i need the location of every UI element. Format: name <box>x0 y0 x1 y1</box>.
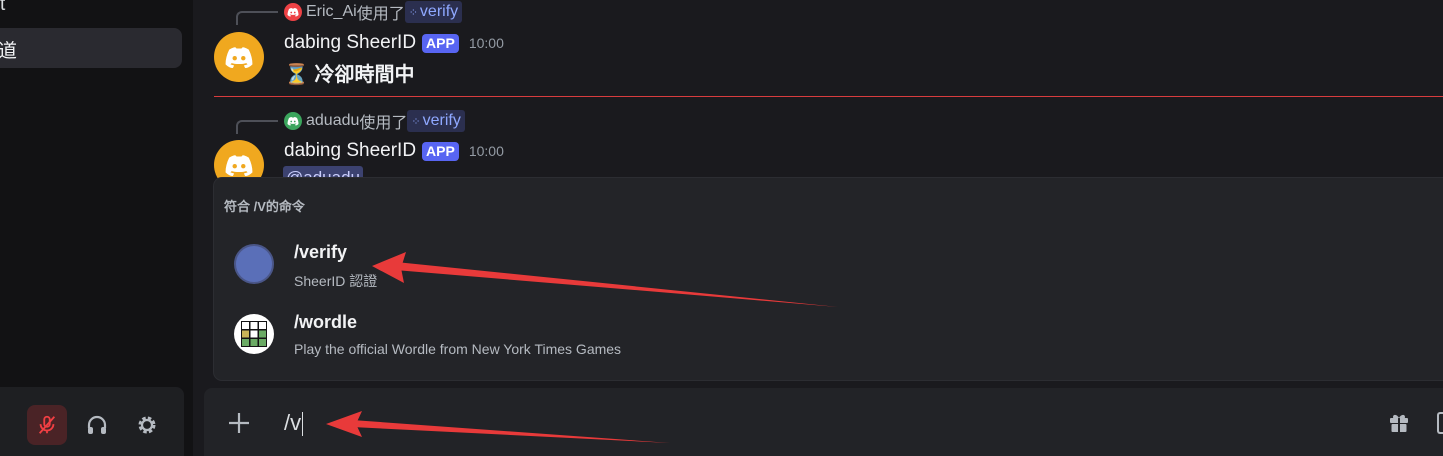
add-attachment-button[interactable] <box>224 408 254 438</box>
plus-icon <box>229 413 249 433</box>
hourglass-icon: ⏳ <box>284 64 309 86</box>
new-messages-divider <box>214 96 1443 97</box>
message-header: dabing SheerID APP 10:00 <box>284 32 504 54</box>
reply-reference[interactable]: Eric_Ai 使用了 ⁘ verify <box>284 1 463 23</box>
message-timestamp[interactable]: 10:00 <box>469 35 504 51</box>
sidebar-truncated-label[interactable]: t <box>0 0 5 16</box>
autocomplete-title: 符合 /V的命令 <box>224 199 305 214</box>
message-input[interactable]: /v <box>284 410 304 437</box>
bot-avatar[interactable] <box>214 32 264 82</box>
gift-button[interactable] <box>1387 410 1411 439</box>
gift-icon <box>1390 414 1408 432</box>
message-input-value: /v <box>284 410 302 435</box>
autocomplete-item-wordle[interactable]: /wordle Play the official Wordle from Ne… <box>214 300 1443 368</box>
headphones-icon <box>87 415 107 434</box>
gear-icon <box>138 416 156 434</box>
app-command-icon: ⁘ <box>408 6 418 19</box>
command-name: /wordle <box>294 312 358 332</box>
message-composer[interactable]: /v <box>204 388 1443 456</box>
reply-avatar <box>284 3 302 21</box>
verify-app-icon <box>234 244 274 284</box>
deafen-button[interactable] <box>77 405 117 445</box>
reply-used-text: 使用了 <box>359 115 408 132</box>
sidebar-item-label: 道 <box>0 41 18 62</box>
reply-username[interactable]: aduadu <box>306 112 359 130</box>
user-settings-button[interactable] <box>127 405 167 445</box>
app-launcher-button-partial[interactable] <box>1437 412 1443 434</box>
channel-sidebar: t 道 <box>0 0 193 456</box>
mute-microphone-button[interactable] <box>27 405 67 445</box>
sidebar-item-selected-channel[interactable]: 道 <box>0 28 182 68</box>
command-chip[interactable]: ⁘ verify <box>407 110 465 132</box>
command-chip-label: verify <box>422 112 461 129</box>
reply-connector <box>236 120 278 134</box>
reply-avatar <box>284 112 302 130</box>
command-chip-label: verify <box>419 3 459 20</box>
discord-logo-icon <box>225 155 253 176</box>
discord-logo-icon <box>225 47 253 68</box>
app-command-icon: ⁘ <box>411 115 420 128</box>
message-author[interactable]: dabing SheerID <box>284 140 416 162</box>
command-autocomplete-popup: 符合 /V的命令 /verify SheerID 認證 /wordle Play… <box>214 178 1443 380</box>
autocomplete-item-verify[interactable]: /verify SheerID 認證 <box>214 230 1443 298</box>
reply-username[interactable]: Eric_Ai <box>306 3 357 21</box>
discord-logo-icon <box>287 117 299 126</box>
message-author[interactable]: dabing SheerID <box>284 32 416 54</box>
command-description: Play the official Wordle from New York T… <box>294 341 622 357</box>
message-header: dabing SheerID APP 10:00 <box>284 140 504 162</box>
message-content: ⏳ 冷卻時間中 <box>284 58 414 87</box>
mic-muted-icon <box>38 415 56 434</box>
command-chip[interactable]: ⁘ verify <box>404 1 463 23</box>
wordle-grid-icon <box>241 321 267 347</box>
command-name: /verify <box>294 242 348 262</box>
reply-connector <box>236 11 278 25</box>
command-description: SheerID 認證 <box>294 273 378 289</box>
message-timestamp[interactable]: 10:00 <box>469 143 504 159</box>
text-caret <box>302 412 304 437</box>
reply-used-text: 使用了 <box>356 6 405 23</box>
app-badge: APP <box>422 141 459 161</box>
message-text: 冷卻時間中 <box>314 64 415 86</box>
discord-window: t 道 Eric_Ai 使用了 ⁘ verify dabing SheerID … <box>0 0 1443 456</box>
app-badge: APP <box>422 33 459 53</box>
wordle-grid-icon <box>234 314 274 354</box>
reply-reference[interactable]: aduadu 使用了 ⁘ verify <box>284 110 465 132</box>
discord-logo-icon <box>287 8 299 17</box>
